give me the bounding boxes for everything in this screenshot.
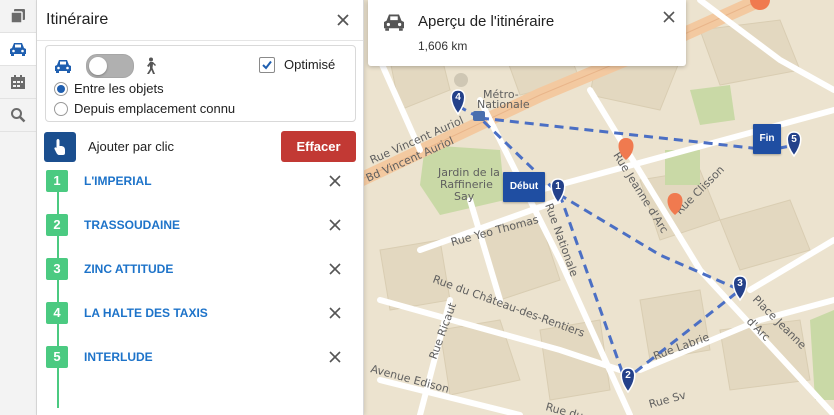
svg-text:1: 1: [555, 181, 561, 192]
remove-icon[interactable]: [328, 218, 342, 232]
car-icon: [384, 14, 404, 31]
stop-number: 1: [46, 170, 68, 192]
add-by-click-label: Ajouter par clic: [88, 139, 174, 154]
calendar-button[interactable]: [0, 66, 36, 99]
layers-button[interactable]: [0, 0, 36, 33]
radio-from-known-location[interactable]: [54, 102, 68, 116]
touch-icon: [54, 139, 65, 155]
stop-number: 3: [46, 258, 68, 280]
walking-icon: [147, 57, 156, 74]
car-icon: [55, 60, 71, 73]
metro-icon: [473, 111, 485, 121]
svg-text:3: 3: [737, 278, 743, 289]
stop-number: 2: [46, 214, 68, 236]
remove-icon[interactable]: [328, 350, 342, 364]
travel-mode-toggle[interactable]: [86, 54, 134, 78]
search-icon: [11, 108, 26, 123]
clear-button[interactable]: Effacer: [281, 131, 356, 162]
remove-icon[interactable]: [328, 306, 342, 320]
panel-header: Itinéraire: [37, 0, 363, 41]
stop-item[interactable]: 5 INTERLUDE: [37, 344, 363, 370]
radio-between-label: Entre les objets: [74, 81, 164, 96]
check-icon: [262, 60, 272, 70]
radio-between-objects[interactable]: [54, 82, 68, 96]
svg-text:5: 5: [791, 134, 797, 145]
route-options: Optimisé Entre les objets Depuis emplace…: [45, 45, 356, 122]
layers-icon: [10, 9, 25, 24]
svg-text:2: 2: [625, 370, 631, 381]
stop-item[interactable]: 2 TRASSOUDAINE: [37, 212, 363, 238]
remove-icon[interactable]: [328, 174, 342, 188]
svg-text:4: 4: [455, 92, 461, 103]
stop-number: 5: [46, 346, 68, 368]
start-tag[interactable]: Début: [503, 172, 545, 202]
close-icon[interactable]: [662, 10, 676, 24]
label-jardin-3: Say: [454, 190, 475, 203]
route-title: Aperçu de l'itinéraire: [418, 13, 555, 30]
calendar-icon: [11, 75, 25, 89]
stop-item[interactable]: 1 L'IMPERIAL: [37, 168, 363, 194]
stop-name[interactable]: LA HALTE DES TAXIS: [84, 306, 208, 320]
stop-name[interactable]: ZINC ATTITUDE: [84, 262, 173, 276]
map-poi-dot: [454, 73, 468, 87]
stop-name[interactable]: TRASSOUDAINE: [84, 218, 180, 232]
route-overview-card: Aperçu de l'itinéraire 1,606 km: [368, 0, 686, 66]
stop-name[interactable]: L'IMPERIAL: [84, 174, 152, 188]
route-button[interactable]: [0, 33, 36, 66]
close-icon[interactable]: [335, 12, 351, 28]
stop-name[interactable]: INTERLUDE: [84, 350, 153, 364]
icon-rail: [0, 0, 37, 415]
itinerary-panel: Itinéraire Optimisé Entre les objets Dep…: [37, 0, 364, 415]
optimized-checkbox[interactable]: [259, 57, 275, 73]
remove-icon[interactable]: [328, 262, 342, 276]
stop-number: 4: [46, 302, 68, 324]
search-button[interactable]: [0, 99, 36, 132]
route-distance: 1,606 km: [418, 39, 468, 53]
add-by-click-button[interactable]: [44, 132, 76, 162]
optimized-label: Optimisé: [284, 57, 336, 72]
panel-title: Itinéraire: [46, 11, 109, 28]
end-tag[interactable]: Fin: [753, 124, 781, 154]
stop-item[interactable]: 3 ZINC ATTITUDE: [37, 256, 363, 282]
stop-item[interactable]: 4 LA HALTE DES TAXIS: [37, 300, 363, 326]
label-nationale: Nationale: [477, 98, 530, 111]
radio-from-label: Depuis emplacement connu: [74, 101, 236, 116]
car-icon: [10, 43, 26, 56]
